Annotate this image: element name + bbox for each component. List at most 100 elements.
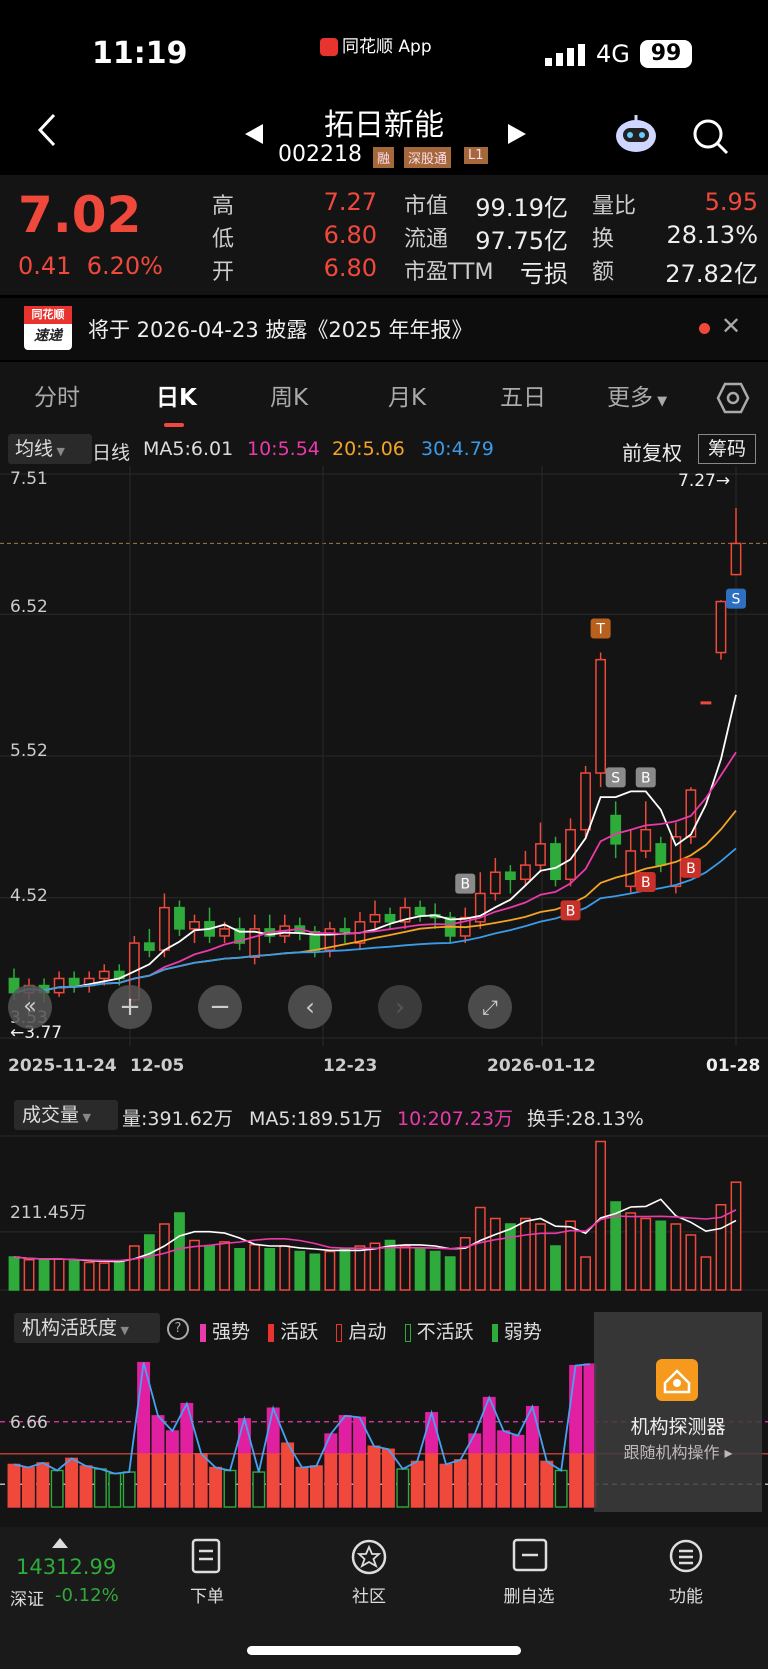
candle-body xyxy=(98,970,110,980)
ma-select-label: 均线 xyxy=(15,438,54,460)
network-label: 4G xyxy=(596,40,630,68)
robot-assistant-icon[interactable] xyxy=(614,113,658,155)
marker-text: S xyxy=(732,592,741,608)
tab-more[interactable]: 更多 ▼ xyxy=(607,378,667,412)
inst-bar-inactive xyxy=(50,1469,64,1508)
volume-bar xyxy=(204,1245,215,1291)
tab-week-k[interactable]: 周K xyxy=(270,378,308,412)
ma5-value: MA5:6.01 xyxy=(143,438,234,460)
inst-bar-active xyxy=(295,1466,309,1508)
detector-icon xyxy=(656,1359,698,1401)
volume-bar xyxy=(113,1261,125,1291)
scroll-right-icon[interactable]: › xyxy=(378,985,422,1029)
axis-l2: 5.52 xyxy=(10,741,48,761)
tag-level: L1 xyxy=(464,147,488,164)
inst-bar-active xyxy=(410,1460,424,1508)
ma-select[interactable]: 均线 ▼ xyxy=(8,434,92,464)
volume-bar xyxy=(685,1234,697,1291)
high-marker: 7.27→ xyxy=(678,471,731,491)
volume-chart[interactable] xyxy=(0,1130,768,1298)
ma20-value: 20:5.06 xyxy=(332,438,405,460)
zoom-out-icon[interactable]: − xyxy=(198,985,242,1029)
settings-hex-icon[interactable] xyxy=(716,382,750,414)
fast-rewind-icon[interactable]: « xyxy=(8,985,52,1029)
candle-body xyxy=(339,928,351,933)
legend-active-swatch xyxy=(268,1323,275,1342)
function-icon[interactable] xyxy=(668,1538,704,1574)
zoom-in-icon[interactable]: + xyxy=(108,985,152,1029)
quote-value: 28.13% xyxy=(666,221,758,249)
volume-bar xyxy=(53,1258,65,1291)
volume-bar xyxy=(580,1256,591,1291)
volume-bar xyxy=(159,1223,170,1291)
caret-down-icon: ▼ xyxy=(653,394,668,409)
date-label: 12-23 xyxy=(323,1056,378,1076)
inst-bar-base xyxy=(367,1453,381,1508)
marker-text: B xyxy=(641,770,651,786)
marker-text: B xyxy=(641,875,651,891)
tab-more-label: 更多 xyxy=(607,385,653,411)
candle-body xyxy=(610,814,622,845)
axis-top: 7.51 xyxy=(10,469,48,489)
expand-up-icon[interactable] xyxy=(52,1538,68,1548)
tab-day-k[interactable]: 日K xyxy=(156,378,197,412)
inst-bar-active xyxy=(453,1459,467,1508)
app-logo-icon xyxy=(320,38,338,56)
ma10-value: 10:5.54 xyxy=(247,438,320,460)
volume-bar xyxy=(128,1245,140,1291)
tab-intraday[interactable]: 分时 xyxy=(34,378,80,412)
chip-button[interactable]: 筹码 xyxy=(698,434,757,464)
order-icon[interactable] xyxy=(190,1538,222,1574)
change-value: 0.41 xyxy=(18,252,72,280)
battery-icon: 99 xyxy=(640,40,692,68)
legend-label: 强势 xyxy=(212,1321,251,1343)
community-icon[interactable] xyxy=(350,1538,388,1576)
buy-signal-marker: B xyxy=(680,857,701,878)
axis-l1: 6.52 xyxy=(10,597,48,617)
legend-strong-swatch xyxy=(200,1323,206,1342)
buy-signal-marker: B xyxy=(560,900,581,921)
notice-text[interactable]: 将于 2026-04-23 披露《2025 年年报》 xyxy=(88,314,473,344)
inst-bar-active xyxy=(209,1466,223,1508)
candle-body xyxy=(384,913,396,923)
marker-text: B xyxy=(460,877,470,893)
search-icon[interactable] xyxy=(691,117,731,157)
adjust-toggle[interactable]: 前复权 xyxy=(622,437,682,466)
nav-function[interactable]: 功能 xyxy=(636,1582,736,1607)
quote-value: 6.80 xyxy=(323,254,377,282)
scroll-left-icon[interactable]: ‹ xyxy=(288,985,332,1029)
volume-bar xyxy=(8,1256,20,1291)
express-badge: 同花顺 速递 xyxy=(24,306,72,350)
candle-body xyxy=(730,542,742,576)
remove-watchlist-icon[interactable] xyxy=(512,1538,548,1572)
legend-label: 启动 xyxy=(348,1321,387,1343)
quote-row: 高 7.27 市值 99.19亿 量比 5.95 xyxy=(212,188,762,222)
legend-start-swatch xyxy=(336,1323,343,1342)
candle-body xyxy=(550,843,561,881)
kline-chart[interactable]: B B T S B B B S xyxy=(0,466,768,1046)
volume-bar xyxy=(670,1223,682,1291)
tab-month-k[interactable]: 月K xyxy=(388,378,426,412)
nav-order[interactable]: 下单 xyxy=(157,1582,257,1607)
volume-select[interactable]: 成交量 ▼ xyxy=(14,1100,118,1130)
inst-detector-promo[interactable]: 机构探测器 跟随机构操作 ▸ xyxy=(594,1312,762,1512)
volume-bar xyxy=(489,1217,501,1291)
inst-bar-inactive xyxy=(122,1471,136,1508)
fullscreen-icon[interactable]: ⤢ xyxy=(468,985,512,1029)
inst-bar-base xyxy=(482,1453,496,1508)
quote-label: 开 xyxy=(212,260,235,285)
volume-bar xyxy=(234,1248,246,1291)
candle-body xyxy=(595,658,607,774)
index-pct: -0.12% xyxy=(55,1585,119,1606)
tab-five-day[interactable]: 五日 xyxy=(500,378,546,412)
volume-axis: 211.45万 xyxy=(10,1203,87,1223)
volume-ma5: MA5:189.51万 xyxy=(249,1108,383,1130)
nav-remove-watchlist[interactable]: 删自选 xyxy=(479,1582,579,1607)
inst-bar-base xyxy=(353,1453,366,1508)
volume-select-label: 成交量 xyxy=(22,1104,80,1126)
index-value[interactable]: 14312.99 xyxy=(16,1555,116,1579)
inst-select[interactable]: 机构活跃度 ▼ xyxy=(14,1313,160,1343)
close-icon[interactable]: ✕ xyxy=(721,312,741,340)
help-icon[interactable]: ? xyxy=(167,1318,189,1340)
nav-community[interactable]: 社区 xyxy=(319,1582,419,1607)
